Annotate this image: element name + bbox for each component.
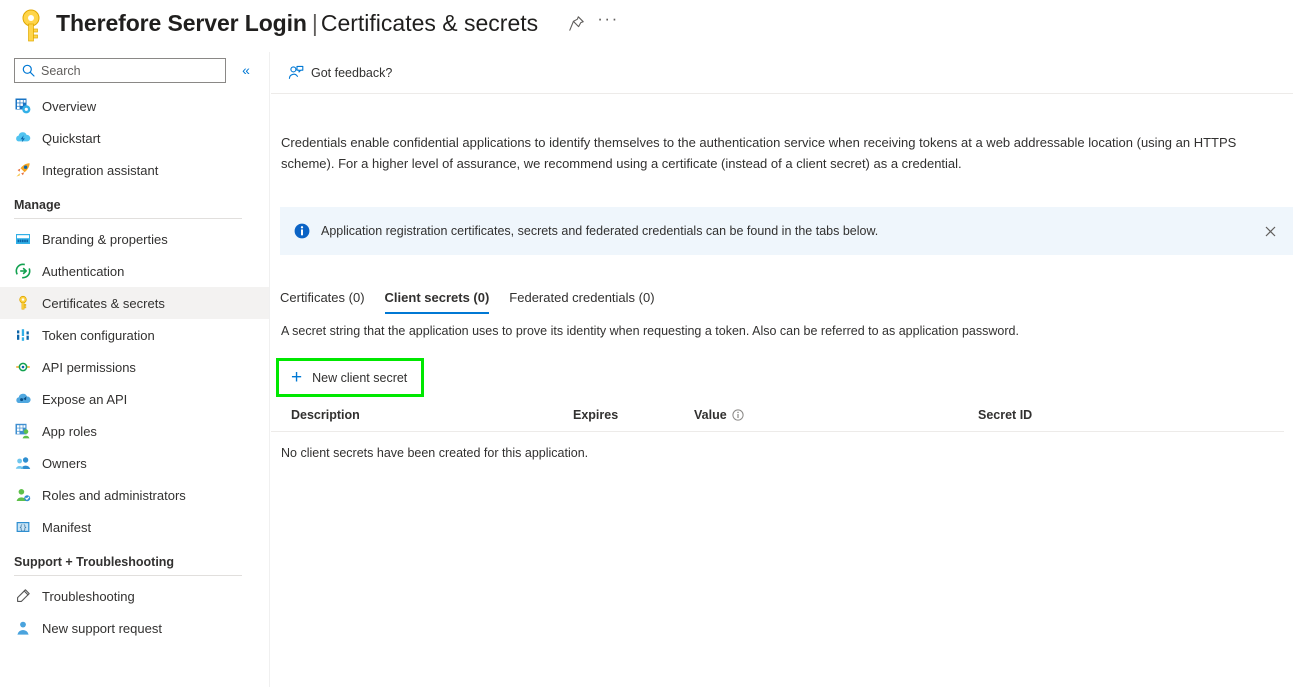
sidebar-search-row: « — [0, 52, 269, 90]
table-header-row: Description Expires Value Secret ID — [271, 404, 1284, 432]
page-title-app-name: Therefore Server Login — [56, 10, 307, 36]
sidebar-item-label: App roles — [42, 423, 97, 439]
sidebar-item-branding-properties[interactable]: Branding & properties — [0, 223, 269, 255]
sidebar-item-api-permissions[interactable]: API permissions — [0, 351, 269, 383]
expose-api-icon — [14, 390, 32, 408]
support-request-icon — [14, 619, 32, 637]
app-roles-icon — [14, 422, 32, 440]
search-input[interactable] — [41, 63, 201, 78]
branding-icon — [14, 230, 32, 248]
manifest-icon: {} — [14, 518, 32, 536]
azure-portal-blade: Therefore Server Login | Certificates & se… — [0, 0, 1293, 687]
sidebar-item-label: Troubleshooting — [42, 588, 135, 604]
sidebar-item-label: Branding & properties — [42, 231, 168, 247]
sidebar-item-authentication[interactable]: Authentication — [0, 255, 269, 287]
sidebar-item-label: Owners — [42, 455, 87, 471]
sidebar: « Overview — [0, 52, 270, 687]
page-title-separator: | — [311, 10, 318, 36]
info-banner: Application registration certificates, s… — [280, 207, 1293, 255]
sidebar-item-label: Integration assistant — [42, 162, 159, 178]
got-feedback-button[interactable]: Got feedback? — [288, 60, 392, 86]
got-feedback-label: Got feedback? — [311, 66, 393, 80]
sidebar-section-title: Manage — [14, 198, 61, 212]
search-icon — [22, 64, 35, 77]
page-title-blade-name: Certificates & secrets — [320, 10, 539, 36]
empty-state-message: No client secrets have been created for … — [281, 446, 589, 460]
authentication-icon — [14, 262, 32, 280]
sidebar-section-title: Support + Troubleshooting — [14, 555, 175, 569]
sidebar-item-quickstart[interactable]: Quickstart — [0, 122, 269, 154]
key-icon — [18, 7, 44, 45]
section-divider — [14, 218, 242, 219]
sidebar-item-label: Authentication — [42, 263, 125, 279]
blade-header: Therefore Server Login | Certificates & se… — [0, 0, 1293, 52]
new-client-secret-highlight: + New client secret — [276, 358, 425, 397]
roles-admins-icon — [14, 486, 32, 504]
search-box[interactable] — [14, 58, 226, 83]
section-divider — [14, 575, 242, 576]
key-icon — [14, 294, 32, 312]
new-client-secret-button[interactable]: + New client secret — [279, 361, 421, 394]
column-header-value[interactable]: Value — [694, 404, 744, 426]
tab-description: A secret string that the application use… — [281, 324, 1019, 338]
sidebar-item-roles-and-administrators[interactable]: Roles and administrators — [0, 479, 269, 511]
sidebar-support-items: Troubleshooting New support request — [0, 580, 269, 644]
tab-client-secrets[interactable]: Client secrets (0) — [375, 290, 500, 314]
sidebar-item-label: Overview — [42, 98, 97, 114]
sidebar-top-items: Overview Quickstart Integration assistan… — [0, 90, 269, 186]
info-outline-icon[interactable] — [732, 409, 744, 421]
sidebar-item-certificates-secrets[interactable]: Certificates & secrets — [0, 287, 269, 319]
plus-icon: + — [291, 367, 303, 388]
sidebar-item-label: Roles and administrators — [42, 487, 186, 503]
sidebar-section-support: Support + Troubleshooting — [0, 543, 269, 576]
sidebar-manage-items: Branding & properties Authentication Cer… — [0, 223, 269, 543]
tab-bar: Certificates (0) Client secrets (0) Fede… — [280, 280, 665, 314]
sidebar-item-troubleshooting[interactable]: Troubleshooting — [0, 580, 269, 612]
sidebar-section-manage: Manage — [0, 186, 269, 219]
sidebar-item-overview[interactable]: Overview — [0, 90, 269, 122]
info-circle-icon — [294, 223, 310, 239]
api-permissions-icon — [14, 358, 32, 376]
tab-certificates[interactable]: Certificates (0) — [280, 290, 375, 314]
quickstart-icon — [14, 129, 32, 147]
column-header-description[interactable]: Description — [291, 404, 360, 426]
owners-icon — [14, 454, 32, 472]
sidebar-item-expose-an-api[interactable]: Expose an API — [0, 383, 269, 415]
info-banner-text: Application registration certificates, s… — [321, 224, 879, 238]
column-header-expires[interactable]: Expires — [573, 404, 618, 426]
page-title: Therefore Server Login | Certificates & se… — [56, 6, 538, 40]
svg-text:{}: {} — [19, 523, 27, 531]
sidebar-item-manifest[interactable]: {} Manifest — [0, 511, 269, 543]
sidebar-item-label: API permissions — [42, 359, 136, 375]
rocket-icon — [14, 161, 32, 179]
collapse-sidebar-icon[interactable]: « — [236, 60, 256, 80]
close-icon[interactable] — [1261, 222, 1279, 240]
new-client-secret-label: New client secret — [312, 370, 408, 385]
sidebar-item-label: New support request — [42, 620, 162, 636]
sidebar-item-label: Token configuration — [42, 327, 155, 343]
column-header-secret-id[interactable]: Secret ID — [978, 404, 1032, 426]
troubleshooting-icon — [14, 587, 32, 605]
column-header-value-label: Value — [694, 408, 727, 422]
client-secrets-table: Description Expires Value Secret ID No c… — [271, 404, 1284, 460]
main-content: Got feedback? Credentials enable confide… — [271, 52, 1293, 687]
sidebar-item-label: Quickstart — [42, 130, 101, 146]
sidebar-item-token-configuration[interactable]: Token configuration — [0, 319, 269, 351]
command-bar: Got feedback? — [271, 52, 1293, 94]
token-icon — [14, 326, 32, 344]
sidebar-item-new-support-request[interactable]: New support request — [0, 612, 269, 644]
overview-icon — [14, 97, 32, 115]
sidebar-item-owners[interactable]: Owners — [0, 447, 269, 479]
sidebar-item-label: Certificates & secrets — [42, 295, 165, 311]
sidebar-item-integration-assistant[interactable]: Integration assistant — [0, 154, 269, 186]
sidebar-item-app-roles[interactable]: App roles — [0, 415, 269, 447]
intro-paragraph: Credentials enable confidential applicat… — [281, 135, 1237, 171]
pin-icon[interactable] — [563, 10, 589, 36]
tab-federated-credentials[interactable]: Federated credentials (0) — [499, 290, 664, 314]
sidebar-item-label: Expose an API — [42, 391, 128, 407]
feedback-person-icon — [288, 65, 304, 81]
sidebar-item-label: Manifest — [42, 519, 92, 535]
more-options-icon[interactable]: ··· — [595, 10, 621, 36]
